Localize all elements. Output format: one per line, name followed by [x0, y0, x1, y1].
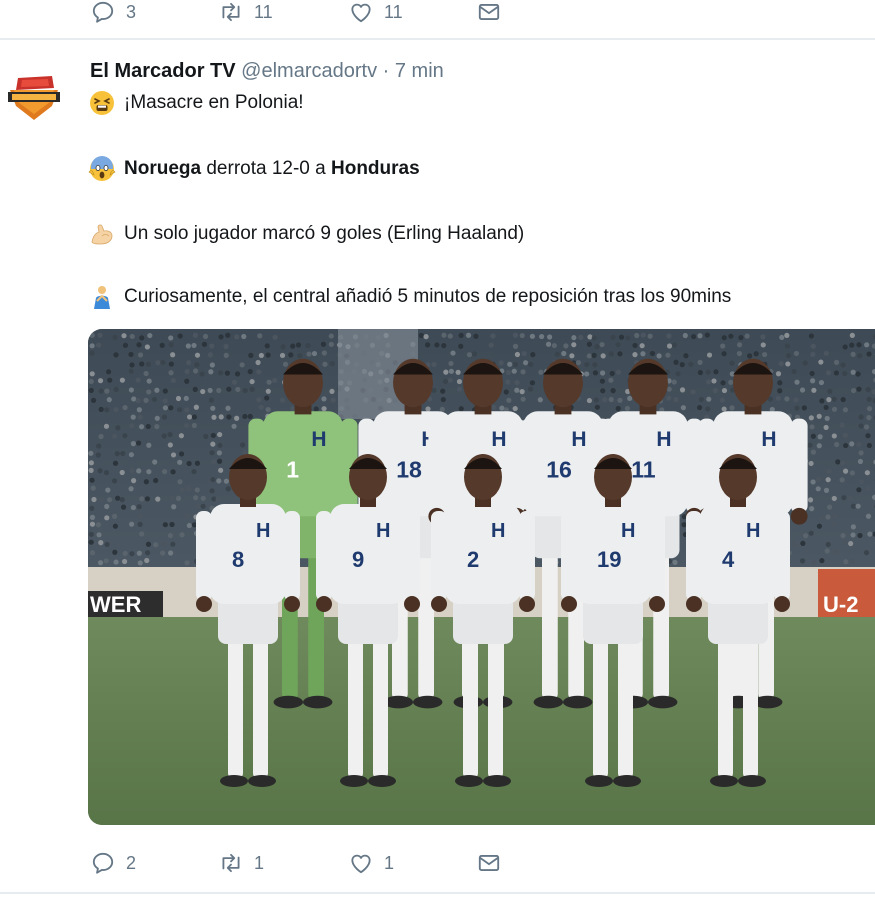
shirt-number: 9 [352, 547, 364, 572]
tweet-divider-bottom [0, 892, 875, 894]
direct-message-button[interactable] [476, 850, 502, 876]
like-count: 11 [384, 1, 403, 22]
like-button[interactable]: 1 [348, 850, 476, 876]
shirt-number: 1 [286, 456, 299, 482]
envelope-icon [478, 855, 500, 871]
shirt-number: 4 [722, 547, 735, 572]
like-button[interactable]: 11 [348, 0, 476, 25]
author-handle[interactable]: @elmarcadortv [241, 60, 377, 82]
author-name[interactable]: El Marcador TV [90, 60, 236, 82]
like-count: 1 [384, 852, 395, 873]
twitter-timeline: 3 11 11 El Marcador TV @elmarcadortv · 7 [0, 0, 875, 900]
team-honduras: Honduras [331, 158, 420, 179]
tweet-header: El Marcador TV @elmarcadortv · 7 min [90, 60, 444, 83]
envelope-icon [478, 4, 500, 20]
team-norway: Noruega [124, 158, 202, 179]
reply-icon [92, 852, 114, 874]
tired-face-icon [90, 91, 114, 115]
tweet-photo[interactable]: WER U-2 H1H18HH16H11H H8H9H2H19H4 [88, 329, 875, 825]
direct-message-button[interactable] [476, 0, 502, 25]
avatar[interactable] [6, 72, 62, 124]
sponsor-text-left: WER [90, 592, 141, 617]
screaming-face-icon [88, 156, 116, 181]
svg-text:H: H [571, 428, 586, 451]
svg-text:H: H [311, 428, 326, 451]
reply-icon [92, 1, 114, 23]
retweet-count: 11 [254, 1, 273, 22]
shirt-number: 11 [631, 456, 656, 482]
tweet-timestamp[interactable]: 7 min [395, 60, 444, 82]
tweet-line-4: Curiosamente, el central añadió 5 minuto… [88, 283, 731, 311]
reply-count: 2 [126, 852, 137, 873]
tweet-line-2-text: derrota 12-0 a [201, 158, 331, 179]
reply-button[interactable]: 3 [90, 0, 218, 25]
sponsor-text-right: U-2 [823, 592, 858, 617]
svg-text:H: H [491, 428, 506, 451]
svg-text:H: H [256, 520, 270, 542]
svg-text:H: H [761, 428, 776, 451]
tweet-line-3-text: Un solo jugador marcó 9 goles (Erling Ha… [124, 223, 525, 244]
heart-icon [351, 854, 371, 874]
shirt-number: 2 [467, 547, 479, 572]
retweet-count: 1 [254, 852, 265, 873]
heart-icon [351, 3, 371, 23]
svg-text:H: H [656, 428, 671, 451]
tweet-line-2: Noruega derrota 12-0 a Honduras [88, 155, 420, 183]
reply-button[interactable]: 2 [90, 850, 218, 876]
separator: · [382, 60, 390, 82]
flexed-biceps-icon [91, 224, 113, 245]
tweet-line-4-text: Curiosamente, el central añadió 5 minuto… [124, 286, 732, 307]
shirt-number: 18 [396, 456, 422, 482]
keycap-two-icon [94, 286, 110, 309]
team-photo: WER U-2 H1H18HH16H11H H8H9H2H19H4 [88, 329, 875, 825]
shirt-number: 19 [597, 547, 621, 572]
tweet-line-3: Un solo jugador marcó 9 goles (Erling Ha… [88, 220, 524, 248]
tweet-line-1-text: ¡Masacre en Polonia! [124, 92, 304, 113]
el-marcador-logo-icon [8, 76, 60, 120]
reply-count: 3 [126, 1, 137, 22]
svg-text:H: H [746, 520, 760, 542]
shirt-number: 8 [232, 547, 244, 572]
previous-tweet-actions: 3 11 11 [90, 0, 502, 27]
retweet-button[interactable]: 1 [218, 850, 348, 876]
retweet-button[interactable]: 11 [218, 0, 348, 25]
shirt-number: 16 [546, 456, 572, 482]
svg-text:H: H [376, 520, 390, 542]
svg-text:H: H [491, 520, 505, 542]
retweet-icon [222, 853, 240, 873]
tweet-line-1: ¡Masacre en Polonia! [88, 89, 304, 117]
tweet-divider [0, 38, 875, 40]
tweet-actions: 2 1 1 [90, 848, 502, 878]
svg-text:H: H [621, 520, 635, 542]
retweet-icon [222, 2, 240, 22]
